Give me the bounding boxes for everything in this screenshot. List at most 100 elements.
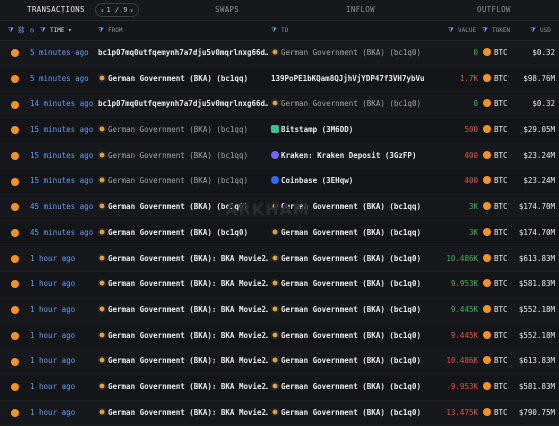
table-row[interactable]: 1 hour ago German Government (BKA): BKA … (0, 349, 559, 375)
from-name: bc1p07mq0utfqemynh7a7dju5v0mqrlnxg66d… (98, 48, 268, 57)
table-row[interactable]: 15 minutes ago German Government (BKA) (… (0, 118, 559, 144)
value-filter-icon[interactable]: ⧩ (448, 21, 454, 40)
entity-icon (271, 381, 279, 390)
time-link[interactable]: 14 minutes ago (30, 92, 96, 117)
token-symbol: BTC (494, 381, 508, 391)
usd-value: $174.70M (518, 202, 555, 212)
table-row[interactable]: 1 hour ago German Government (BKA): BKA … (0, 374, 559, 401)
table-row[interactable]: 1 hour ago German Government (BKA): BKA … (0, 246, 559, 273)
tab-outflow[interactable]: OUTFLOW (477, 0, 511, 20)
value: 9.445K (450, 304, 478, 314)
entity-icon (98, 125, 106, 134)
entity-icon (98, 407, 106, 416)
table-row[interactable]: 1 hour ago German Government (BKA): BKA … (0, 272, 559, 298)
from-address[interactable]: German Government (BKA): BKA Movie2… (98, 272, 268, 297)
value: 9.953K (450, 381, 478, 391)
table-row[interactable]: 45 minutes ago German Government (BKA) (… (0, 220, 559, 247)
to-filter-icon[interactable]: ⧩ (271, 21, 277, 40)
from-name: German Government (BKA): BKA Movie2… (108, 304, 268, 314)
time-link[interactable]: 1 hour ago (30, 247, 96, 272)
time-link[interactable]: 5 minutes ago (30, 67, 96, 92)
time-link[interactable]: 15 minutes ago (30, 144, 96, 169)
from-address[interactable]: German Government (BKA) (bc1qq) (98, 118, 268, 143)
from-address[interactable]: German Government (BKA): BKA Movie2… (98, 349, 268, 374)
time-link[interactable]: 15 minutes ago (30, 118, 96, 143)
next-page-icon[interactable]: › (129, 6, 134, 15)
table-row[interactable]: 45 minutes ago German Government (BKA) (… (0, 195, 559, 221)
btc-icon (483, 407, 491, 416)
from-tag: (bc1q0) (216, 227, 248, 237)
table-row[interactable]: 1 hour ago German Government (BKA): BKA … (0, 297, 559, 324)
time-filter-icon[interactable]: ⧩ (40, 21, 46, 40)
prev-page-icon[interactable]: ‹ (100, 6, 105, 15)
time-link[interactable]: 1 hour ago (30, 349, 96, 374)
from-address[interactable]: German Government (BKA) (bc1qq) (98, 67, 268, 92)
time-link[interactable]: 1 hour ago (30, 401, 96, 426)
time-link[interactable]: 45 minutes ago (30, 221, 96, 246)
column-to[interactable]: TO (281, 21, 288, 40)
time-link[interactable]: 45 minutes ago (30, 195, 96, 220)
column-usd[interactable]: USD (540, 21, 551, 40)
btc-icon (483, 150, 491, 159)
column-from[interactable]: FROM (108, 21, 122, 40)
kraken-icon (271, 150, 279, 159)
time-link[interactable]: 5 minutes ago (30, 41, 96, 66)
time-link[interactable]: 1 hour ago (30, 324, 96, 349)
to-name: Bitstamp (281, 125, 318, 135)
from-name: bc1p07mq0utfqemynh7a7dju5v0mqrlnxg66d… (98, 99, 268, 109)
token-symbol: BTC (494, 73, 508, 83)
token-filter-icon[interactable]: ⧩ (482, 21, 488, 40)
value: 0 (473, 99, 478, 109)
from-address[interactable]: German Government (BKA) (bc1q0) (98, 221, 268, 246)
filter-icon[interactable]: ⧩ (8, 21, 14, 40)
time-link[interactable]: 1 hour ago (30, 298, 96, 323)
from-address[interactable]: German Government (BKA): BKA Movie2… (98, 375, 268, 400)
from-name: German Government (BKA) (108, 125, 212, 135)
table-row[interactable]: 14 minutes ago bc1p07mq0utfqemynh7a7dju5… (0, 92, 559, 119)
btc-icon (483, 125, 491, 134)
from-address[interactable]: German Government (BKA): BKA Movie2… (98, 324, 268, 349)
table-row[interactable]: 1 hour ago German Government (BKA): BKA … (0, 400, 559, 426)
tab-transactions[interactable]: TRANSACTIONS (27, 0, 85, 20)
from-address[interactable]: bc1p07mq0utfqemynh7a7dju5v0mqrlnxg66d… (98, 41, 268, 66)
usd-filter-icon[interactable]: ⧩ (530, 21, 536, 40)
column-value[interactable]: VALUE (458, 21, 476, 40)
from-address[interactable]: German Government (BKA): BKA Movie2… (98, 298, 268, 323)
value: 500 (464, 125, 478, 135)
time-link[interactable]: 15 minutes ago (30, 169, 96, 194)
from-address[interactable]: German Government (BKA) (bc1q0) (98, 195, 268, 220)
usd-value: $98.76M (523, 73, 555, 83)
from-address[interactable]: German Government (BKA) (bc1qq) (98, 169, 268, 194)
table-row[interactable]: 15 minutes ago German Government (BKA) (… (0, 169, 559, 196)
clock-icon[interactable]: ◷ (30, 21, 34, 40)
from-address[interactable]: German Government (BKA) (bc1qq) (98, 144, 268, 169)
value: 400 (464, 150, 478, 160)
from-filter-icon[interactable]: ⧩ (98, 21, 104, 40)
entity-icon (98, 304, 106, 313)
time-link[interactable]: 1 hour ago (30, 375, 96, 400)
table-row[interactable]: 1 hour ago German Government (BKA): BKA … (0, 323, 559, 350)
table-row[interactable]: 5 minutes ago German Government (BKA) (b… (0, 66, 559, 93)
to-name: Kraken: Kraken Deposit (281, 150, 381, 160)
btc-icon (483, 356, 491, 365)
table-row[interactable]: 15 minutes ago German Government (BKA) (… (0, 143, 559, 170)
token-symbol: BTC (494, 330, 508, 340)
link-icon[interactable]: ⛓ (17, 21, 25, 40)
column-time[interactable]: TIME ▾ (50, 21, 72, 40)
time-link[interactable]: 1 hour ago (30, 272, 96, 297)
entity-icon (271, 279, 279, 288)
token-symbol: BTC (494, 356, 508, 366)
to-tag: (3M6DD) (321, 125, 354, 135)
usd-value: $613.83M (518, 356, 555, 366)
tab-bar: TRANSACTIONS ‹ 1 / 9 › SWAPS INFLOW OUTF… (0, 0, 559, 21)
from-address[interactable]: German Government (BKA): BKA Movie2… (98, 247, 268, 272)
from-tag: (bc1qq) (216, 176, 248, 186)
btc-chain-icon (11, 49, 19, 58)
column-token[interactable]: TOKEN (492, 21, 510, 40)
from-address[interactable]: German Government (BKA): BKA Movie2… (98, 401, 268, 426)
from-name: German Government (BKA) (108, 227, 212, 237)
table-row[interactable]: 5 minutes ago bc1p07mq0utfqemynh7a7dju5v… (0, 41, 559, 67)
tab-swaps[interactable]: SWAPS (215, 0, 239, 20)
from-address[interactable]: bc1p07mq0utfqemynh7a7dju5v0mqrlnxg66d… (98, 92, 268, 117)
tab-inflow[interactable]: INFLOW (346, 0, 375, 20)
